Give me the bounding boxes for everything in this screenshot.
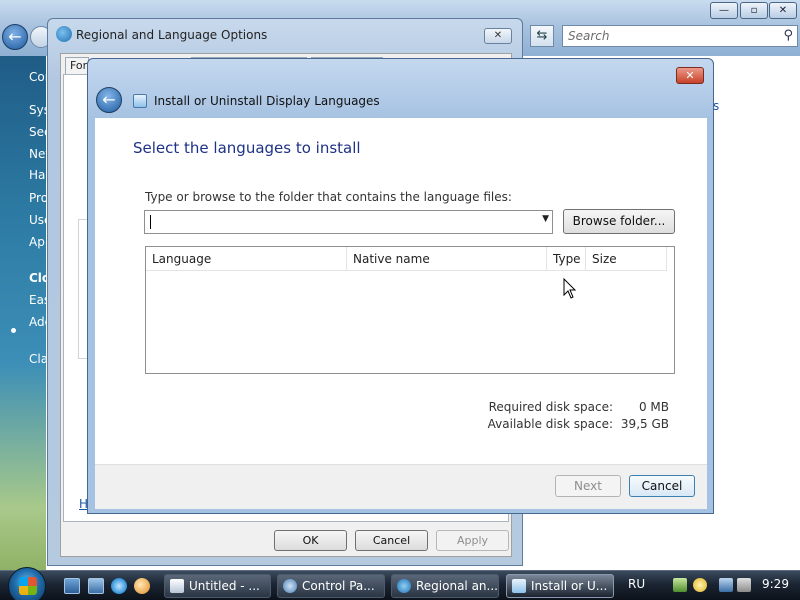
sidebar-item-classic-view[interactable]: Classic View: [29, 352, 46, 366]
taskbar: Untitled - ... Control Pa... Regional an…: [0, 567, 800, 600]
language-pack-icon: [133, 94, 147, 108]
folder-path-combobox[interactable]: ▼: [144, 210, 553, 234]
network-icon[interactable]: [673, 578, 687, 592]
task-label: Control Pa...: [302, 579, 375, 593]
notification-icon[interactable]: [693, 578, 707, 592]
taskbar-button-regional[interactable]: Regional an...: [391, 574, 499, 598]
column-header-language[interactable]: Language: [146, 247, 347, 271]
install-languages-wizard: ✕ ← Install or Uninstall Display Languag…: [87, 58, 714, 514]
back-arrow-icon[interactable]: ←: [2, 24, 28, 50]
back-arrow-icon[interactable]: ←: [96, 87, 122, 113]
column-header-type[interactable]: Type: [547, 247, 586, 271]
page-title: Select the languages to install: [133, 139, 361, 157]
dialog-title: Regional and Language Options: [76, 28, 268, 42]
taskbar-button-notepad[interactable]: Untitled - ...: [164, 574, 271, 598]
next-button[interactable]: Next: [555, 475, 621, 497]
control-panel-sidebar: Control Panel Home System and Maintenanc…: [0, 56, 46, 570]
globe-icon: [397, 579, 411, 593]
close-button[interactable]: ✕: [484, 28, 512, 44]
notepad-icon: [170, 579, 184, 593]
tab-formats[interactable]: Formats: [65, 57, 89, 75]
taskbar-button-control-panel[interactable]: Control Pa...: [277, 574, 385, 598]
available-space-value: 39,5 GB: [620, 417, 669, 431]
sidebar-item-home[interactable]: Control Panel Home: [29, 70, 46, 84]
close-button[interactable]: ✕: [676, 67, 704, 84]
text-caret: [150, 215, 151, 229]
wizard-title: Install or Uninstall Display Languages: [154, 94, 380, 108]
sidebar-item-security[interactable]: Security: [29, 125, 46, 139]
column-header-size[interactable]: Size: [586, 247, 667, 271]
sidebar-item-network[interactable]: Network and Internet: [29, 147, 46, 161]
control-panel-icon: [283, 579, 297, 593]
cancel-button[interactable]: Cancel: [629, 475, 695, 497]
windows-logo-icon: [19, 577, 37, 595]
required-space-value: 0 MB: [638, 400, 669, 414]
maximize-button[interactable]: ▫: [740, 2, 768, 19]
globe-icon: [56, 26, 72, 42]
sidebar-item-additional[interactable]: Additional Options: [29, 315, 46, 329]
required-space-label: Required disk space:: [488, 400, 613, 414]
ok-button[interactable]: OK: [274, 530, 347, 551]
sidebar-item-appearance[interactable]: Appearance and Personalization: [29, 235, 46, 249]
internet-explorer-icon[interactable]: [111, 578, 127, 594]
search-input[interactable]: Search ⚲: [562, 25, 798, 47]
task-label: Regional an...: [416, 579, 498, 593]
media-player-icon[interactable]: [134, 578, 150, 594]
language-indicator[interactable]: RU: [628, 577, 645, 591]
language-pack-icon: [512, 579, 526, 593]
clock[interactable]: 9:29: [762, 577, 789, 591]
sidebar-item-hardware[interactable]: Hardware and Sound: [29, 168, 46, 182]
minimize-button[interactable]: —: [710, 2, 738, 19]
mouse-pointer-icon: [563, 278, 577, 299]
folder-prompt-label: Type or browse to the folder that contai…: [145, 190, 512, 204]
wizard-footer: Next Cancel: [95, 464, 707, 509]
start-button[interactable]: [8, 567, 46, 600]
close-button[interactable]: ✕: [769, 2, 797, 19]
search-icon[interactable]: ⚲: [783, 26, 793, 46]
sidebar-item-clock[interactable]: Clock, Language, and Region: [29, 271, 46, 285]
monitor-icon[interactable]: [719, 578, 733, 592]
volume-muted-icon[interactable]: [737, 578, 751, 592]
wizard-content: Select the languages to install Type or …: [95, 118, 707, 464]
language-list[interactable]: Language Native name Type Size: [145, 246, 675, 374]
sidebar-item-users[interactable]: User Accounts: [29, 213, 46, 227]
show-desktop-icon[interactable]: [64, 578, 80, 594]
task-label: Untitled - ...: [189, 579, 260, 593]
browse-folder-button[interactable]: Browse folder...: [563, 209, 675, 234]
column-header-native-name[interactable]: Native name: [347, 247, 547, 271]
sidebar-item-ease[interactable]: Ease of Access: [29, 293, 46, 307]
available-space-label: Available disk space:: [487, 417, 613, 431]
sidebar-item-programs[interactable]: Programs: [29, 191, 46, 205]
chevron-down-icon[interactable]: ▼: [542, 214, 549, 224]
apply-button[interactable]: Apply: [436, 530, 509, 551]
active-bullet-icon: [11, 328, 16, 333]
switch-windows-icon[interactable]: [88, 578, 104, 594]
sidebar-item-system[interactable]: System and Maintenance: [29, 103, 46, 117]
search-placeholder: Search: [568, 29, 610, 43]
taskbar-button-install-languages[interactable]: Install or U...: [506, 574, 614, 598]
cancel-button[interactable]: Cancel: [355, 530, 428, 551]
refresh-icon[interactable]: ⇆: [530, 25, 554, 47]
control-panel-content-fragment: s: [712, 97, 732, 113]
task-label: Install or U...: [531, 579, 608, 593]
